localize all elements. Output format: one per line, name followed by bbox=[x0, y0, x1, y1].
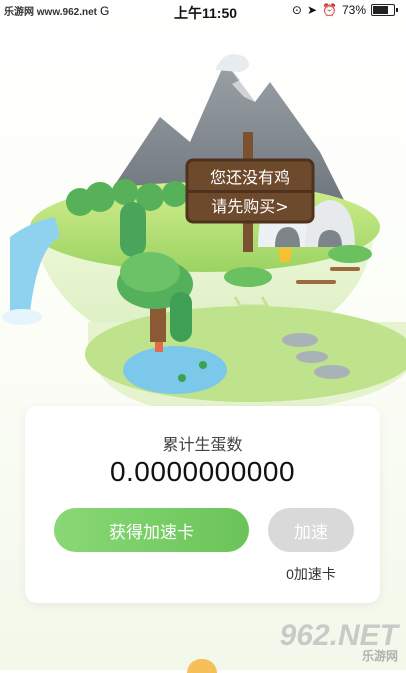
watermark-logo: 962.NET 乐游网 bbox=[280, 619, 398, 664]
pond bbox=[123, 346, 227, 394]
carrier-label: G bbox=[100, 4, 110, 18]
alarm-icon: ⏰ bbox=[322, 3, 337, 17]
speed-up-button[interactable]: 加速 bbox=[268, 508, 354, 552]
sign-line-2: 请先购买> bbox=[211, 197, 288, 216]
bottom-handle[interactable] bbox=[187, 659, 217, 673]
card-title: 累计生蛋数 bbox=[162, 437, 243, 454]
battery-icon bbox=[371, 4, 395, 16]
egg-count-value: 0.0000000000 bbox=[109, 456, 296, 487]
egg-card: 累计生蛋数 0.0000000000 获得加速卡 加速 0加速卡 bbox=[25, 406, 380, 603]
lower-island bbox=[85, 306, 406, 402]
farm-scene: 您还没有鸡 请先购买> bbox=[2, 53, 406, 414]
status-icons: ⊙ ➤ ⏰ 73% bbox=[292, 3, 398, 17]
battery-percent: 73% bbox=[341, 3, 366, 17]
watermark-label: 乐游网 www.962.net bbox=[0, 0, 101, 21]
status-bar: 乐游网 www.962.net G 上午11:50 ⊙ ➤ ⏰ 73% bbox=[0, 0, 406, 22]
location-icon: ➤ bbox=[306, 3, 318, 17]
sign-line-1: 您还没有鸡 bbox=[210, 168, 290, 187]
clock: 上午11:50 bbox=[174, 5, 238, 21]
rotation-lock-icon: ⊙ bbox=[291, 3, 302, 17]
speed-card-count: 0加速卡 bbox=[286, 566, 336, 582]
get-speed-card-button[interactable]: 获得加速卡 bbox=[54, 508, 249, 552]
